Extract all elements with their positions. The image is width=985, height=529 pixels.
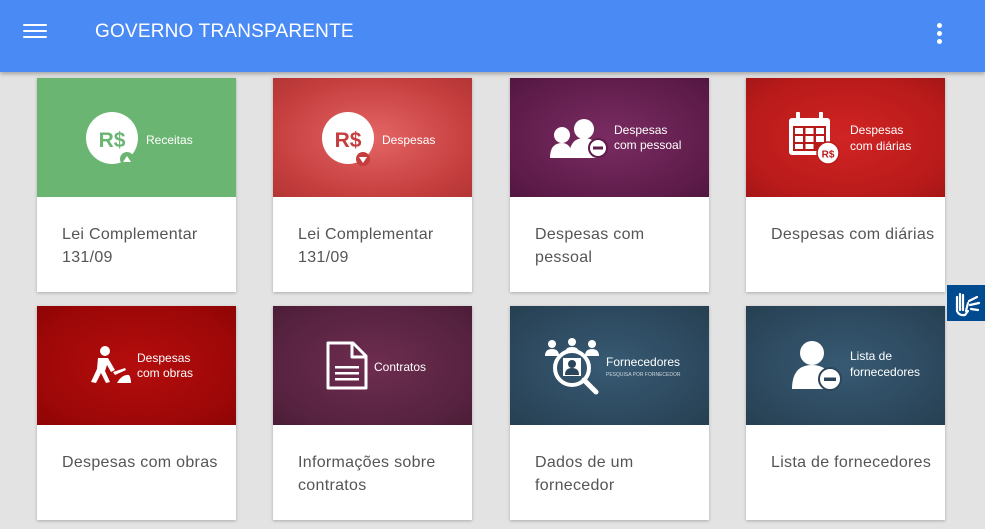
banner-label-line1: Despesas [137,351,190,365]
card-banner: Fornecedores PESQUISA POR FORNECEDOR [510,306,709,425]
card-despesas-diarias[interactable]: R$ Despesas com diárias Despesas com diá… [746,78,945,292]
svg-text:R$: R$ [99,129,126,152]
calendar-money-icon: R$ [789,112,840,165]
money-expense-icon: R$ [322,112,374,166]
card-title: Despesas com diárias [771,226,935,243]
card-despesas-obras[interactable]: Despesas com obras Despesas com obras [37,306,236,520]
banner-label-line1: Despesas [614,123,667,137]
money-income-icon: R$ [86,112,138,166]
card-banner: R$ Despesas com diárias [746,78,945,197]
banner-label: Contratos [374,360,426,374]
card-receitas[interactable]: R$ Receitas Lei Complementar 131/09 [37,78,236,292]
card-banner: Contratos [273,306,472,425]
banner-label-line1: Lista de [850,349,892,363]
banner-label: Despesas [382,133,435,147]
banner-sublabel: PESQUISA POR FORNECEDOR [606,372,681,378]
card-despesas-pessoal[interactable]: Despesas com pessoal Despesas com pessoa… [510,78,709,292]
card-dados-fornecedor[interactable]: Fornecedores PESQUISA POR FORNECEDOR Dad… [510,306,709,520]
person-minus-icon [792,341,842,391]
card-title: Despesas com pessoal [535,226,645,266]
card-banner: R$ Receitas [37,78,236,197]
people-minus-icon [550,119,608,158]
hamburger-menu-icon[interactable] [22,22,48,44]
banner-label: Fornecedores [606,355,680,369]
card-contratos[interactable]: Contratos Informações sobre contratos [273,306,472,520]
card-banner: Lista de fornecedores [746,306,945,425]
app-header: GOVERNO TRANSPARENTE [0,0,985,72]
banner-label-line2: fornecedores [850,365,920,379]
card-banner: Despesas com obras [37,306,236,425]
svg-text:R$: R$ [335,129,362,152]
card-title: Lei Complementar 131/09 [298,226,434,266]
banner-label: Receitas [146,133,193,147]
document-icon [326,341,368,390]
card-banner: R$ Despesas [273,78,472,197]
card-title: Lista de fornecedores [771,454,932,471]
banner-label-line2: com diárias [850,139,911,153]
supplier-search-icon [545,338,599,395]
banner-label-line1: Despesas [850,123,903,137]
sign-language-icon [955,292,981,317]
banner-label-line2: com pessoal [614,138,681,152]
card-title: Despesas com obras [62,454,218,471]
card-title: Dados de um fornecedor [535,454,634,494]
more-vert-icon[interactable] [930,20,950,46]
card-banner: Despesas com pessoal [510,78,709,197]
card-lista-fornecedores[interactable]: Lista de fornecedores Lista de fornecedo… [746,306,945,520]
app-title: GOVERNO TRANSPARENTE [95,21,354,42]
card-despesas[interactable]: R$ Despesas Lei Complementar 131/09 [273,78,472,292]
sign-language-button[interactable] [947,285,985,321]
banner-label-line2: com obras [137,366,193,380]
svg-text:R$: R$ [822,150,835,161]
card-title: Lei Complementar 131/09 [62,226,198,266]
construction-worker-icon [91,346,131,383]
card-title: Informações sobre contratos [298,454,436,494]
